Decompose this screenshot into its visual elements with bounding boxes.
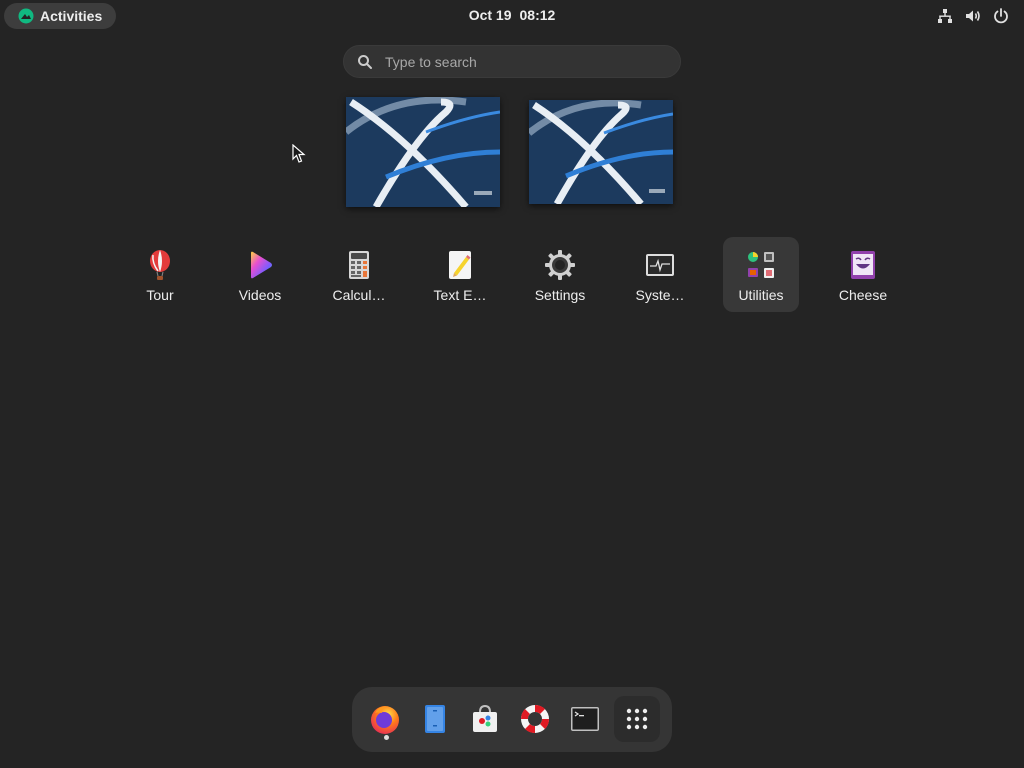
help-lifebuoy-icon [520, 704, 550, 734]
text-editor-icon [444, 249, 476, 281]
app-tile-text-editor[interactable]: Text E… [422, 237, 498, 312]
calculator-icon [343, 249, 375, 281]
distro-logo-icon [18, 8, 34, 24]
app-tile-calculator[interactable]: Calcul… [321, 237, 397, 312]
app-tile-videos[interactable]: Videos [222, 237, 298, 312]
running-indicator [384, 735, 389, 740]
desktop-overview: Activities Oct 19 08:12 Type to search T… [0, 0, 1024, 768]
show-apps-button[interactable] [614, 696, 660, 742]
cheese-icon [847, 249, 879, 281]
app-tile-settings[interactable]: Settings [522, 237, 598, 312]
time-text[interactable]: 08:12 [520, 7, 556, 23]
app-folder-utilities[interactable]: Utilities [723, 237, 799, 312]
app-tile-cheese[interactable]: Cheese [825, 237, 901, 312]
clock: Oct 19 08:12 [0, 7, 1024, 23]
dock-item-terminal[interactable] [562, 696, 608, 742]
network-icon[interactable] [936, 7, 954, 25]
app-grid-icon [626, 708, 648, 730]
terminal-icon [571, 707, 599, 731]
dock-item-software[interactable] [462, 696, 508, 742]
search-icon [358, 54, 372, 69]
app-label: Utilities [738, 287, 784, 303]
app-tile-system-monitor[interactable]: Syste… [622, 237, 698, 312]
activities-label: Activities [40, 8, 103, 24]
utilities-folder-icon [745, 249, 777, 281]
dock-item-files[interactable] [412, 696, 458, 742]
dock-item-help[interactable] [512, 696, 558, 742]
videos-play-icon [244, 249, 276, 281]
files-icon [425, 705, 445, 733]
app-label: Cheese [838, 287, 888, 303]
system-tray[interactable] [936, 7, 1010, 25]
workspace-thumbnail-2[interactable] [529, 100, 673, 204]
app-label: Settings [534, 287, 586, 303]
top-bar: Activities Oct 19 08:12 [0, 0, 1024, 32]
app-label: Calcul… [332, 287, 386, 303]
firefox-icon [371, 706, 399, 734]
settings-gear-icon [544, 249, 576, 281]
software-store-icon [473, 704, 497, 732]
workspace-thumbnail-1[interactable] [346, 97, 500, 207]
date-text[interactable]: Oct 19 [469, 7, 512, 23]
volume-icon[interactable] [964, 7, 982, 25]
system-monitor-icon [644, 249, 676, 281]
search-input[interactable] [383, 52, 647, 71]
mouse-cursor-icon [292, 144, 306, 163]
app-label: Videos [238, 287, 282, 303]
app-label: Text E… [433, 287, 487, 303]
app-label: Syste… [635, 287, 685, 303]
search-bar[interactable] [343, 45, 681, 78]
power-icon[interactable] [992, 7, 1010, 25]
dash-dock [352, 687, 672, 752]
tour-balloon-icon [144, 249, 176, 281]
activities-button[interactable]: Activities [4, 3, 116, 29]
app-tile-tour[interactable]: Tour [122, 237, 198, 312]
app-label: Tour [146, 287, 174, 303]
